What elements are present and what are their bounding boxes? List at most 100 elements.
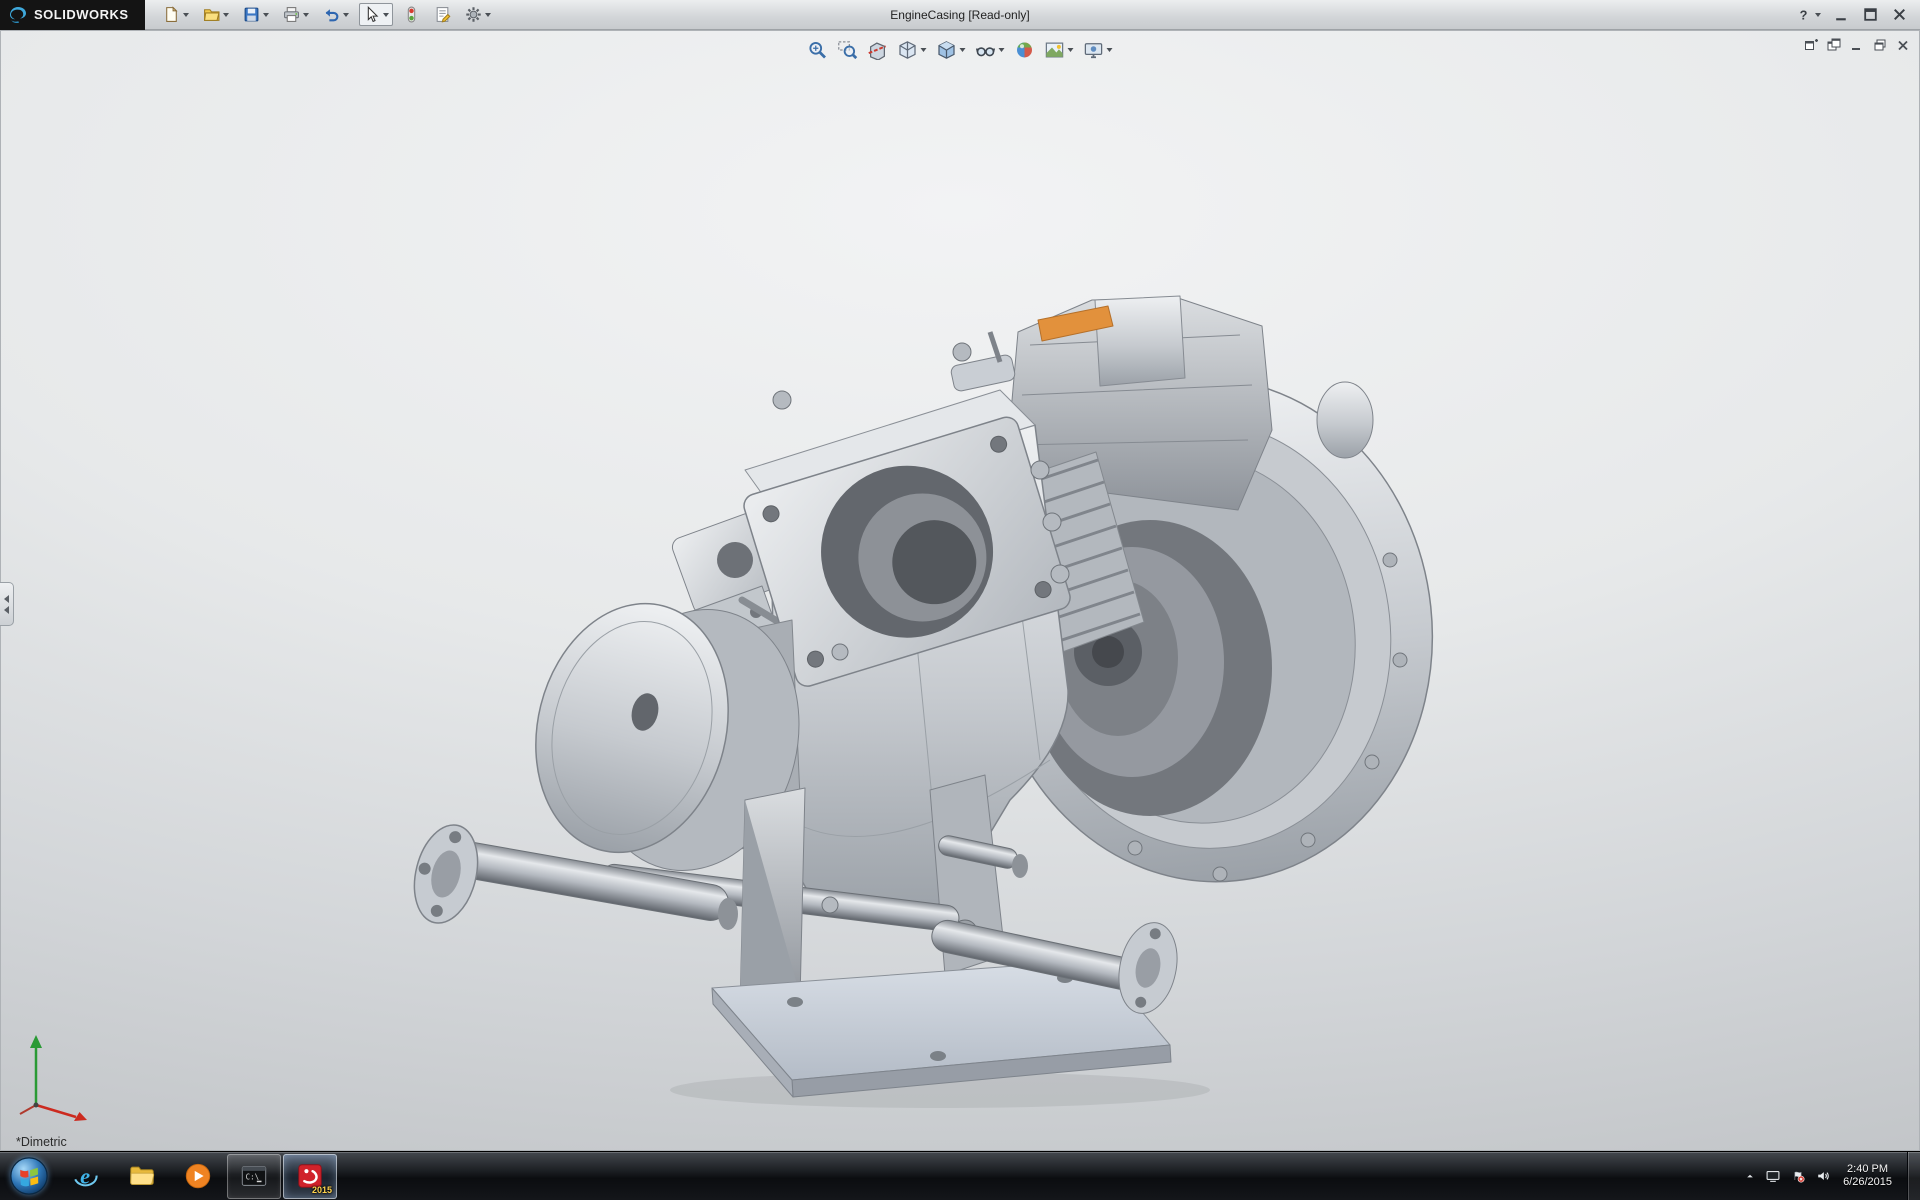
scene-icon [1045, 40, 1065, 60]
doc-cascade-button[interactable] [1825, 36, 1843, 54]
minimize-button[interactable] [1829, 3, 1854, 26]
maximize-button[interactable] [1858, 3, 1883, 26]
speaker-icon [1814, 1167, 1832, 1185]
file-explorer-icon [127, 1161, 157, 1191]
dropdown-arrow-icon[interactable] [1068, 48, 1074, 52]
new-document-button[interactable] [159, 3, 193, 26]
print-button[interactable] [279, 3, 313, 26]
file-properties-icon [434, 6, 451, 23]
apply-scene-button[interactable] [1042, 38, 1077, 62]
tray-icons [1743, 1167, 1832, 1185]
taskbar-explorer-button[interactable] [115, 1154, 169, 1199]
start-button[interactable] [0, 1152, 58, 1200]
minimize-icon [1833, 6, 1850, 23]
undo-button[interactable] [319, 3, 353, 26]
view-orientation-button[interactable] [895, 38, 930, 62]
show-hidden-icons-button[interactable] [1743, 1169, 1757, 1183]
close-icon [1891, 6, 1908, 23]
engine-casing-model[interactable] [0, 30, 1920, 1151]
app-version-badge: 2015 [312, 1185, 332, 1195]
options-gear-icon [465, 6, 482, 23]
graphics-viewport[interactable]: *Dimetric [0, 30, 1920, 1151]
section-view-icon [868, 40, 888, 60]
dropdown-arrow-icon[interactable] [999, 48, 1005, 52]
glasses-icon [976, 40, 996, 60]
dropdown-arrow-icon[interactable] [1107, 48, 1113, 52]
help-icon [1795, 6, 1812, 23]
select-button[interactable] [359, 3, 393, 26]
doc-new-window-button[interactable] [1802, 36, 1820, 54]
titlebar: SOLIDWORKS [0, 0, 1920, 30]
dassault-3ds-logo-icon [8, 5, 28, 25]
dropdown-arrow-icon[interactable] [485, 13, 491, 17]
maximize-icon [1862, 6, 1879, 23]
taskbar-clock[interactable]: 2:40 PM 6/26/2015 [1843, 1163, 1892, 1189]
dropdown-arrow-icon[interactable] [223, 13, 229, 17]
taskbar-apps: 2015 [58, 1152, 338, 1200]
dropdown-arrow-icon[interactable] [383, 13, 389, 17]
main-toolbar [159, 3, 495, 26]
file-properties-button[interactable] [430, 3, 455, 26]
open-button[interactable] [199, 3, 233, 26]
tray-display-button[interactable] [1764, 1167, 1782, 1185]
display-style-icon [937, 40, 957, 60]
taskbar: 2015 [0, 1151, 1920, 1200]
appearance-ball-icon [1015, 40, 1035, 60]
taskbar-cmd-button[interactable] [227, 1154, 281, 1199]
doc-restore-icon [1872, 37, 1888, 53]
volume-button[interactable] [1814, 1167, 1832, 1185]
dropdown-arrow-icon[interactable] [343, 13, 349, 17]
save-icon [243, 6, 260, 23]
taskbar-media-button[interactable] [171, 1154, 225, 1199]
save-button[interactable] [239, 3, 273, 26]
solidworks-logo-text: SOLIDWORKS [34, 7, 129, 22]
windows-start-icon [9, 1156, 49, 1196]
hide-show-items-button[interactable] [973, 38, 1008, 62]
dropdown-arrow-icon[interactable] [303, 13, 309, 17]
new-window-icon [1803, 37, 1819, 53]
document-window-controls [1802, 36, 1912, 54]
show-desktop-button[interactable] [1907, 1152, 1920, 1200]
section-view-button[interactable] [865, 38, 891, 62]
print-icon [283, 6, 300, 23]
options-button[interactable] [461, 3, 495, 26]
doc-minimize-button[interactable] [1848, 36, 1866, 54]
dropdown-arrow-icon[interactable] [263, 13, 269, 17]
dropdown-arrow-icon[interactable] [921, 48, 927, 52]
undo-icon [323, 6, 340, 23]
cascade-windows-icon [1826, 37, 1842, 53]
doc-close-button[interactable] [1894, 36, 1912, 54]
view-settings-button[interactable] [1081, 38, 1116, 62]
open-folder-icon [203, 6, 220, 23]
help-button[interactable] [1791, 3, 1825, 26]
dropdown-arrow-icon[interactable] [183, 13, 189, 17]
feature-panel-collapse-tab[interactable] [0, 582, 14, 626]
window-controls [1791, 3, 1920, 26]
new-document-icon [163, 6, 180, 23]
internet-explorer-icon [71, 1161, 101, 1191]
dropdown-arrow-icon[interactable] [960, 48, 966, 52]
chevron-up-icon [1743, 1169, 1757, 1183]
taskbar-solidworks-button[interactable]: 2015 [283, 1154, 337, 1199]
close-button[interactable] [1887, 3, 1912, 26]
doc-minimize-icon [1849, 37, 1865, 53]
edit-appearance-button[interactable] [1012, 38, 1038, 62]
zoom-to-area-icon [838, 40, 858, 60]
dropdown-arrow-icon[interactable] [1815, 13, 1821, 17]
doc-close-icon [1895, 37, 1911, 53]
display-style-button[interactable] [934, 38, 969, 62]
media-player-icon [183, 1161, 213, 1191]
zoom-to-fit-button[interactable] [805, 38, 831, 62]
view-settings-icon [1084, 40, 1104, 60]
solidworks-window: ? e C:\ SOLIDW [0, 0, 1920, 1200]
doc-restore-button[interactable] [1871, 36, 1889, 54]
tray-alert-button[interactable] [1789, 1167, 1807, 1185]
zoom-to-area-button[interactable] [835, 38, 861, 62]
orientation-triad-icon [10, 1021, 120, 1121]
zoom-to-fit-icon [808, 40, 828, 60]
clock-time: 2:40 PM [1843, 1163, 1892, 1176]
rebuild-button[interactable] [399, 3, 424, 26]
alert-flag-icon [1789, 1167, 1807, 1185]
system-tray: 2:40 PM 6/26/2015 [1735, 1152, 1920, 1200]
taskbar-ie-button[interactable] [59, 1154, 113, 1199]
